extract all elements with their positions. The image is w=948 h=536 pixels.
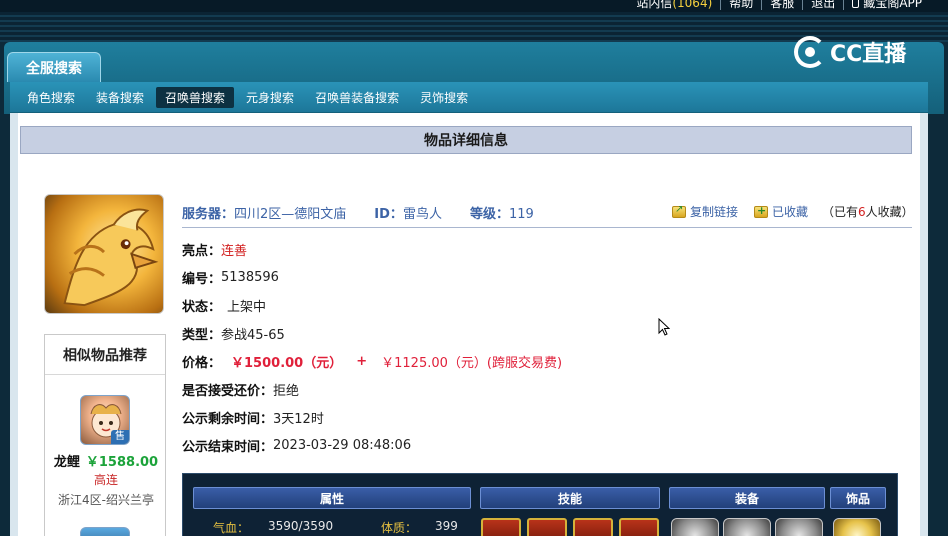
server-value: 四川2区—德阳文庙 bbox=[234, 207, 347, 222]
copy-link-icon bbox=[672, 204, 686, 218]
favorite-icon bbox=[754, 204, 768, 218]
hp-label: 气血： bbox=[213, 521, 250, 535]
related-item-name: 龙鲤 bbox=[53, 455, 80, 470]
number-value: 5138596 bbox=[221, 270, 279, 285]
constitution-label: 体质： bbox=[381, 521, 418, 535]
level-label: 等级： bbox=[469, 207, 509, 222]
mouse-cursor-icon bbox=[658, 318, 670, 336]
cross-server-fee: ￥1125.00（元）(跨服交易费) bbox=[381, 356, 563, 371]
help-link[interactable]: 帮助 bbox=[720, 0, 761, 10]
highlight-row: 亮点： 连善 bbox=[182, 240, 247, 259]
status-label: 状态： bbox=[182, 300, 222, 315]
pet-stats-panel: 属性 技能 装备 饰品 气血： 3590/3590 体质： 399 bbox=[182, 473, 898, 536]
related-items-title: 相似物品推荐 bbox=[45, 335, 165, 375]
price-value: ￥1500.00（元） bbox=[231, 356, 343, 371]
number-row: 编号： 5138596 bbox=[182, 268, 279, 287]
server-label: 服务器： bbox=[182, 207, 235, 222]
skill-slot-3[interactable] bbox=[573, 518, 613, 536]
status-row: 状态： 上架中 bbox=[182, 296, 266, 315]
remaining-time-row: 公示剩余时间： 3天12时 bbox=[182, 408, 324, 427]
cc-live-logo[interactable]: CC直播 bbox=[794, 34, 906, 70]
copy-link-label: 复制链接 bbox=[690, 205, 739, 219]
related-item-thumbnail-2[interactable] bbox=[80, 527, 130, 536]
related-item-line[interactable]: 龙鲤 ￥1588.00 bbox=[45, 451, 167, 470]
favorite-label: 已收藏 bbox=[772, 205, 809, 219]
fav-count-number: 6 bbox=[858, 205, 866, 219]
app-link[interactable]: 藏宝阁APP bbox=[843, 0, 930, 10]
equipment-slot-2[interactable] bbox=[723, 518, 771, 536]
all-server-search-tab[interactable]: 全服搜索 bbox=[7, 52, 101, 82]
nav-summon-search[interactable]: 召唤兽搜索 bbox=[156, 86, 235, 108]
counter-offer-row: 是否接受还价： 拒绝 bbox=[182, 380, 299, 399]
stats-header-attributes[interactable]: 属性 bbox=[193, 487, 471, 509]
pet-avatar[interactable] bbox=[44, 194, 164, 314]
id-info: ID：雷鸟人 bbox=[374, 203, 442, 222]
type-row: 类型： 参战45-65 bbox=[182, 324, 285, 343]
fav-count-suffix: 人收藏） bbox=[865, 205, 914, 219]
constitution-value: 399 bbox=[435, 519, 458, 533]
logo-text: CC直播 bbox=[830, 42, 907, 67]
nav-equipment-search[interactable]: 装备搜索 bbox=[87, 87, 153, 108]
level-info: 等级：119 bbox=[470, 203, 534, 222]
top-links: 站内信(1064) 帮助 客服 退出 藏宝阁APP bbox=[628, 0, 930, 10]
favorite-count: （已有6人收藏） bbox=[822, 203, 914, 220]
counter-offer-value: 拒绝 bbox=[273, 384, 300, 399]
related-item-server: 浙江4区-绍兴兰亭 bbox=[58, 493, 154, 507]
skill-slot-1[interactable] bbox=[481, 518, 521, 536]
fav-count-prefix: （已有 bbox=[822, 205, 859, 219]
stats-header-equipment[interactable]: 装备 bbox=[669, 487, 825, 509]
nav-summon-equipment-search[interactable]: 召唤兽装备搜索 bbox=[306, 87, 408, 108]
logout-link[interactable]: 退出 bbox=[802, 0, 843, 10]
equipment-slot-3[interactable] bbox=[775, 518, 823, 536]
support-link[interactable]: 客服 bbox=[761, 0, 802, 10]
phoenix-image bbox=[63, 208, 159, 307]
end-time-value: 2023-03-29 08:48:06 bbox=[273, 438, 412, 453]
status-value: 上架中 bbox=[227, 300, 267, 315]
stats-header-ornaments[interactable]: 饰品 bbox=[830, 487, 886, 509]
copy-link-button[interactable]: 复制链接 bbox=[672, 203, 738, 220]
end-time-label: 公示结束时间： bbox=[182, 440, 274, 455]
related-item-price: ￥1588.00 bbox=[85, 455, 159, 470]
phone-icon bbox=[852, 0, 860, 8]
app-link-label: 藏宝阁APP bbox=[863, 0, 922, 10]
remaining-time-label: 公示剩余时间： bbox=[182, 412, 274, 427]
price-plus: + bbox=[356, 354, 368, 369]
highlight-label: 亮点： bbox=[182, 244, 222, 259]
hp-value: 3590/3590 bbox=[268, 519, 334, 533]
related-item-tag: 高连 bbox=[93, 473, 118, 487]
remaining-time-value: 3天12时 bbox=[273, 412, 324, 427]
type-label: 类型： bbox=[182, 328, 222, 343]
end-time-row: 公示结束时间： 2023-03-29 08:48:06 bbox=[182, 436, 411, 455]
skill-slot-2[interactable] bbox=[527, 518, 567, 536]
favorite-button[interactable]: 已收藏 bbox=[754, 203, 808, 220]
highlight-value: 连善 bbox=[221, 244, 248, 259]
ornament-slot-1[interactable] bbox=[833, 518, 881, 536]
inbox-count: (1064) bbox=[672, 0, 713, 10]
page-title: 物品详细信息 bbox=[20, 126, 912, 154]
number-label: 编号： bbox=[182, 272, 222, 287]
server-info: 服务器：四川2区—德阳文庙 bbox=[182, 203, 346, 222]
id-value: 雷鸟人 bbox=[402, 207, 442, 222]
nav-role-search[interactable]: 角色搜索 bbox=[18, 87, 84, 108]
inbox-link[interactable]: 站内信(1064) bbox=[628, 0, 720, 10]
price-row: 价格： ￥1500.00（元） + ￥1125.00（元）(跨服交易费) bbox=[182, 352, 562, 371]
search-nav: 角色搜索 装备搜索 召唤兽搜索 元身搜索 召唤兽装备搜索 灵饰搜索 bbox=[10, 82, 928, 112]
stats-header-skills[interactable]: 技能 bbox=[480, 487, 660, 509]
price-label: 价格： bbox=[182, 356, 222, 371]
related-items-box: 相似物品推荐 售 龙鲤 ￥1588.00 高连 浙江4区-绍兴兰亭 bbox=[44, 334, 166, 536]
type-value: 参战45-65 bbox=[221, 328, 285, 343]
inbox-label: 站内信 bbox=[636, 0, 673, 10]
nav-ornament-search[interactable]: 灵饰搜索 bbox=[411, 87, 477, 108]
related-item-thumbnail[interactable]: 售 bbox=[80, 395, 130, 445]
equipment-slot-1[interactable] bbox=[671, 518, 719, 536]
counter-offer-label: 是否接受还价： bbox=[182, 384, 274, 399]
level-value: 119 bbox=[508, 207, 534, 222]
skill-slot-4[interactable] bbox=[619, 518, 659, 536]
sell-badge: 售 bbox=[111, 430, 129, 444]
id-label: ID： bbox=[374, 207, 403, 222]
nav-body-search[interactable]: 元身搜索 bbox=[237, 87, 303, 108]
cc-logo-icon bbox=[794, 36, 826, 68]
